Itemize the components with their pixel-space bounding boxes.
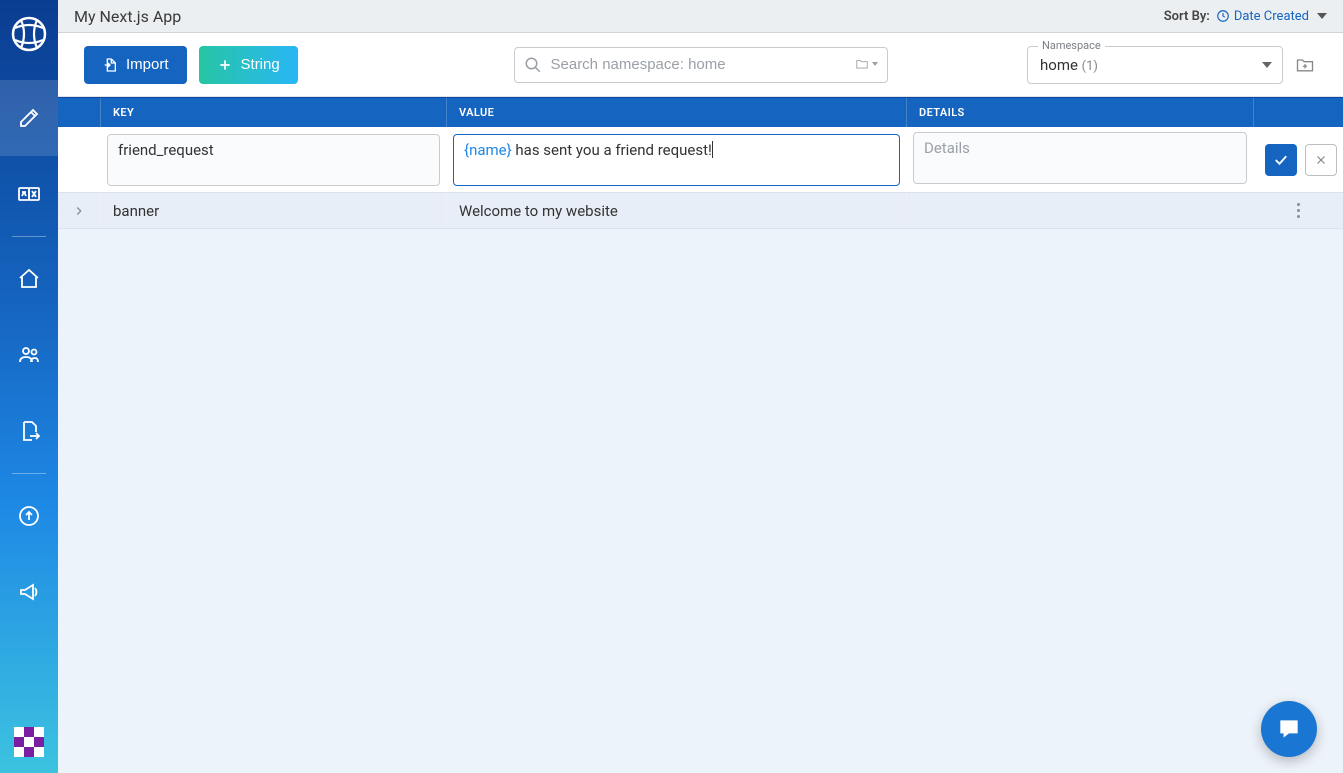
translate-icon [17,182,41,206]
sort-label: Sort By: [1164,9,1210,24]
app-title: My Next.js App [74,7,181,26]
namespace-field-label: Namespace [1038,39,1105,52]
namespace-name: home [1040,56,1078,74]
expand-cell [58,193,100,228]
row-more-button[interactable] [1293,199,1304,222]
col-value-header: VALUE [446,98,906,127]
toolbar: Import String Namespace home [58,33,1343,97]
search-input[interactable] [514,47,888,83]
main-content: My Next.js App Sort By: Date Created Imp… [58,0,1343,773]
col-expand-header [58,98,100,127]
sidebar-item-upload[interactable] [0,478,58,554]
caret-down-icon [1262,62,1272,68]
caret-down-icon [1317,13,1327,19]
sort-control: Sort By: Date Created [1164,9,1327,24]
namespace-value: home (1) [1040,56,1098,74]
sort-dropdown[interactable]: Date Created [1216,9,1327,24]
table-edit-row: friend_request {name} has sent you a fri… [58,127,1343,193]
chat-icon [1276,716,1302,742]
sidebar-item-home[interactable] [0,241,58,317]
table-row[interactable]: banner Welcome to my website [58,193,1343,229]
search-wrap [514,47,888,83]
namespace-count: (1) [1082,59,1098,74]
table-header: KEY VALUE DETAILS [58,97,1343,127]
confirm-button[interactable] [1265,144,1297,176]
import-button-label: Import [126,56,169,73]
details-input[interactable] [913,132,1247,184]
edit-details-cell [906,126,1253,194]
value-text: has sent you a friend request! [512,141,712,159]
check-icon [1272,151,1290,169]
import-icon [102,57,118,73]
sidebar-item-edit[interactable] [0,80,58,156]
caret-down-icon [872,62,878,66]
col-key-header: KEY [100,98,446,127]
team-icon [17,343,41,367]
row-actions [1253,193,1343,228]
logo [11,16,47,52]
close-icon [1314,153,1328,167]
sidebar-item-announce[interactable] [0,554,58,630]
strings-table: KEY VALUE DETAILS friend_request {name} … [58,97,1343,773]
add-string-button[interactable]: String [199,46,298,84]
sidebar-divider [12,473,46,474]
sidebar-divider [12,236,46,237]
sidebar-avatar[interactable] [0,727,58,757]
sidebar-item-team[interactable] [0,317,58,393]
edit-value-cell: {name} has sent you a friend request! [446,128,906,192]
sort-value-text: Date Created [1234,9,1309,24]
import-button[interactable]: Import [84,46,187,84]
row-key: banner [100,193,446,228]
clock-icon [1216,9,1230,23]
row-details [906,193,1253,228]
search-icon [524,56,542,74]
namespace-select[interactable]: Namespace home (1) [1027,46,1283,84]
edit-key-cell: friend_request [100,128,446,192]
row-value: Welcome to my website [446,193,906,228]
avatar-pixel-icon [14,727,44,757]
plus-icon [217,57,233,73]
chat-widget-button[interactable] [1261,701,1317,757]
sidebar-item-export[interactable] [0,393,58,469]
table-body: friend_request {name} has sent you a fri… [58,127,1343,773]
upload-icon [17,504,41,528]
globe-logo-icon [11,16,47,52]
edit-actions-cell [1253,144,1343,176]
value-input[interactable]: {name} has sent you a friend request! [453,134,900,186]
edit-icon [17,106,41,130]
key-input[interactable]: friend_request [107,134,440,186]
home-icon [17,267,41,291]
sidebar-item-translate[interactable] [0,156,58,232]
chevron-right-icon[interactable] [72,204,86,218]
sidebar [0,0,58,773]
cancel-button[interactable] [1305,144,1337,176]
header-bar: My Next.js App Sort By: Date Created [58,0,1343,33]
col-details-header: DETAILS [906,98,1253,127]
col-actions-header [1253,98,1343,127]
folder-plus-icon [1295,55,1315,75]
search-scope-dropdown[interactable] [854,57,878,71]
value-variable-token: {name} [464,141,512,159]
add-namespace-button[interactable] [1293,53,1317,77]
megaphone-icon [17,580,41,604]
text-caret [712,141,713,158]
add-string-button-label: String [241,56,280,73]
folder-icon [854,57,870,71]
file-export-icon [17,419,41,443]
